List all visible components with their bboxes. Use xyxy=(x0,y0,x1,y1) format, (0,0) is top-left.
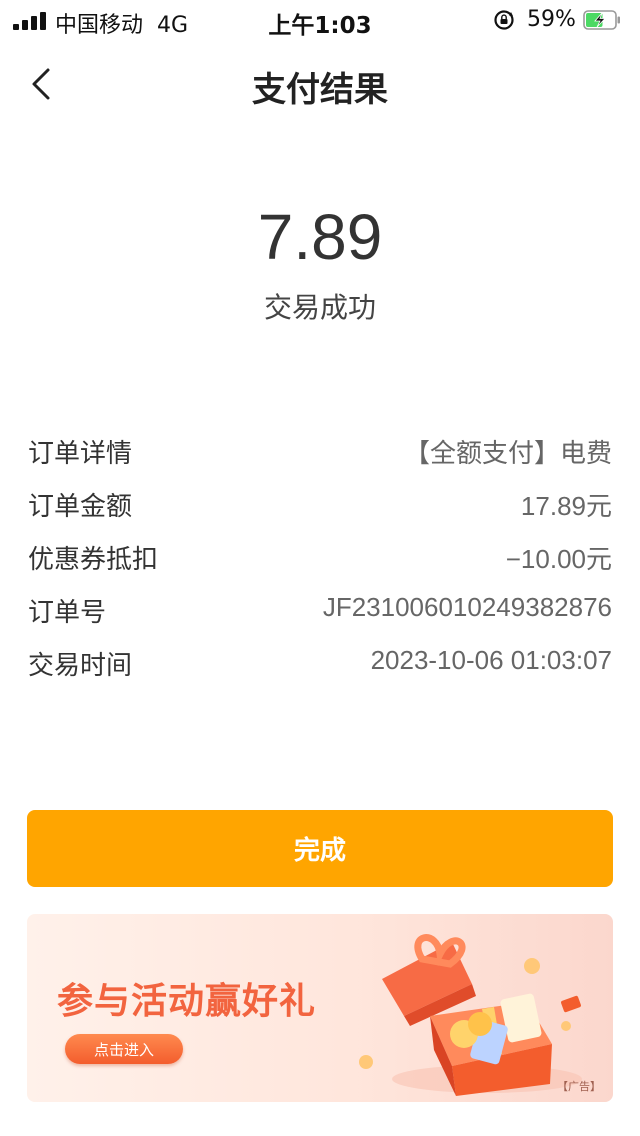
ad-label: 【广告】 xyxy=(557,1080,601,1093)
detail-label: 订单详情 xyxy=(28,439,133,469)
detail-row-order-amount: 订单金额 17.89元 xyxy=(28,478,612,531)
gift-box-icon xyxy=(359,934,582,1096)
detail-value: 2023-10-06 01:03:07 xyxy=(370,645,612,675)
navigation-bar: 支付结果 xyxy=(0,48,640,120)
banner-title: 参与活动赢好礼 xyxy=(57,981,317,1022)
promo-banner[interactable]: 参与活动赢好礼 点击进入 【广告】 xyxy=(27,914,613,1102)
detail-row-coupon-deduction: 优惠券抵扣 −10.00元 xyxy=(28,531,612,584)
transaction-status: 交易成功 xyxy=(263,291,376,324)
detail-row-order-info: 订单详情 【全额支付】电费 xyxy=(28,425,612,478)
detail-label: 优惠券抵扣 xyxy=(28,545,159,575)
battery-charging-icon xyxy=(583,10,620,30)
detail-label: 交易时间 xyxy=(28,651,133,681)
page-title: 支付结果 xyxy=(252,70,388,110)
status-bar: 中国移动 4G 上午1:03 59% xyxy=(0,0,640,40)
detail-label: 订单金额 xyxy=(28,492,133,522)
detail-label: 订单号 xyxy=(28,598,107,628)
detail-value: JF231006010249382876 xyxy=(322,592,612,622)
payment-amount: 7.89 xyxy=(257,201,383,273)
order-details-list: 订单详情 【全额支付】电费 订单金额 17.89元 优惠券抵扣 −10.00元 … xyxy=(28,425,612,690)
detail-value: 17.89元 xyxy=(520,491,612,521)
detail-row-order-number: 订单号 JF231006010249382876 xyxy=(28,584,612,637)
detail-row-transaction-time: 交易时间 2023-10-06 01:03:07 xyxy=(28,637,612,690)
done-button[interactable]: 完成 xyxy=(27,810,613,887)
detail-value: 【全额支付】电费 xyxy=(403,438,612,468)
banner-enter-button[interactable]: 点击进入 xyxy=(65,1034,183,1064)
battery-percent: 59% xyxy=(527,7,576,32)
rotation-lock-icon xyxy=(494,10,514,30)
detail-value: −10.00元 xyxy=(505,544,612,574)
